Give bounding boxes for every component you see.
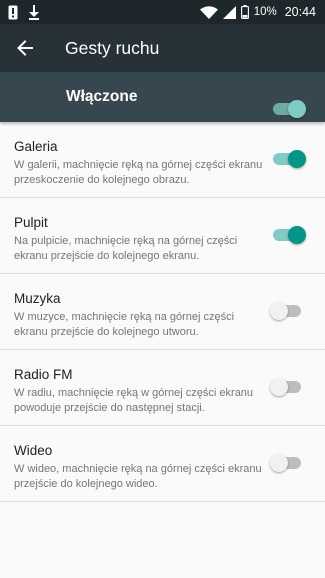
item-description: W muzyce, machnięcie ręką na górnej częś… (14, 311, 235, 338)
list-item-pulpit[interactable]: Pulpit Na pulpicie, machnięcie ręką na g… (0, 198, 325, 274)
wifi-icon (199, 5, 218, 19)
app-bar: Gesty ruchu (0, 24, 325, 72)
master-switch-row[interactable]: Włączone (0, 72, 325, 122)
muzyka-toggle[interactable] (270, 302, 306, 320)
status-time: 20:44 (284, 5, 316, 19)
item-description: W radiu, machnięcie ręką w górnej części… (14, 387, 254, 414)
back-button[interactable] (0, 24, 50, 72)
gesture-list: Galeria W galerii, machnięcie ręką na gó… (0, 122, 325, 502)
list-item-galeria[interactable]: Galeria W galerii, machnięcie ręką na gó… (0, 122, 325, 198)
page-title: Gesty ruchu (65, 37, 160, 58)
notification-alert-icon (8, 5, 18, 19)
download-icon (29, 4, 39, 20)
galeria-toggle[interactable] (270, 150, 306, 168)
battery-percent: 10% (253, 6, 277, 18)
switch-thumb (270, 454, 288, 472)
item-title: Pulpit (14, 215, 48, 230)
pulpit-toggle[interactable] (270, 226, 306, 244)
radio-fm-toggle[interactable] (270, 378, 306, 396)
master-switch-label: Włączone (66, 88, 138, 105)
item-description: W galerii, machnięcie ręką na górnej czę… (14, 159, 263, 186)
list-item-wideo[interactable]: Wideo W wideo, machnięcie ręką na górnej… (0, 426, 325, 502)
list-item-radio-fm[interactable]: Radio FM W radiu, machnięcie ręką w górn… (0, 350, 325, 426)
switch-thumb (270, 378, 288, 396)
item-title: Radio FM (14, 367, 73, 382)
item-title: Muzyka (14, 291, 61, 306)
signal-icon (222, 5, 236, 19)
wideo-toggle[interactable] (270, 454, 306, 472)
switch-thumb (288, 226, 306, 244)
switch-thumb (288, 150, 306, 168)
item-description: W wideo, machnięcie ręką na górnej częśc… (14, 463, 262, 490)
list-item-muzyka[interactable]: Muzyka W muzyce, machnięcie ręką na górn… (0, 274, 325, 350)
battery-icon (240, 5, 249, 19)
item-title: Wideo (14, 443, 53, 458)
switch-thumb (270, 302, 288, 320)
arrow-back-icon (17, 40, 33, 56)
switch-thumb (288, 100, 306, 118)
item-title: Galeria (14, 139, 58, 154)
item-description: Na pulpicie, machnięcie ręką na górnej c… (14, 235, 238, 262)
status-bar: 10% 20:44 (0, 0, 325, 24)
master-switch-toggle[interactable] (270, 100, 306, 118)
